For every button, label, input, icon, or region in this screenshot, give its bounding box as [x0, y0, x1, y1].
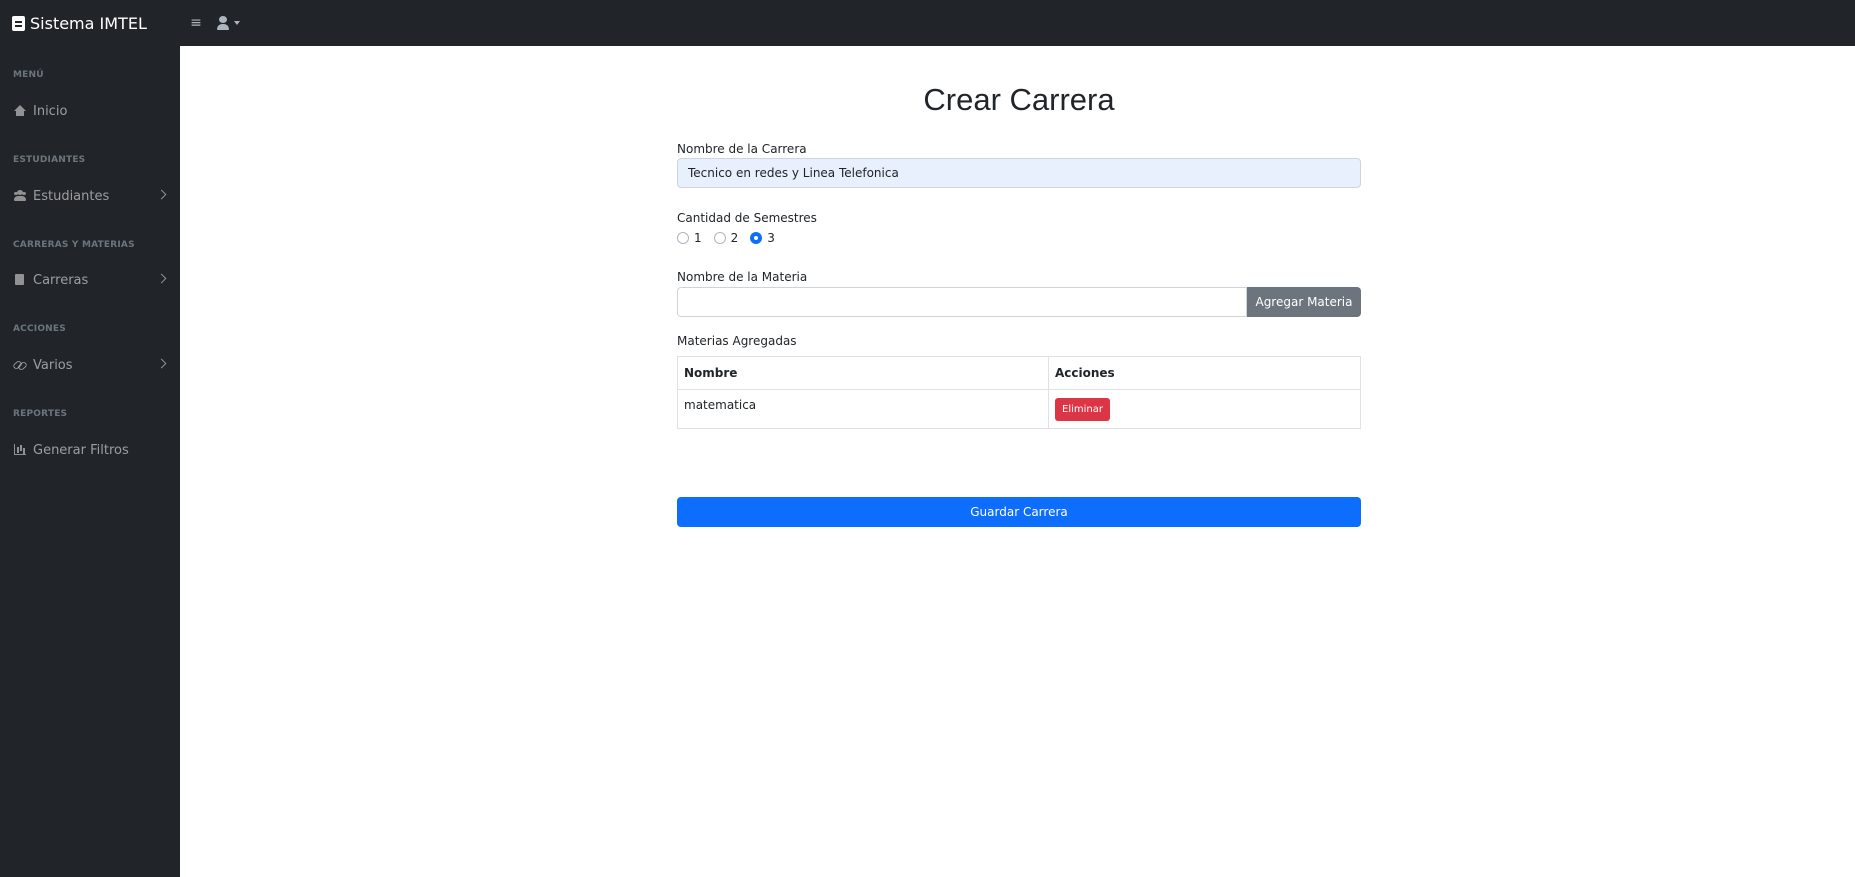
caret-down-icon: [234, 21, 240, 25]
sidebar-heading-menu: MENÚ: [13, 70, 44, 80]
sidebar-item-inicio[interactable]: Inicio: [0, 97, 180, 125]
sidebar-item-label: Estudiantes: [33, 188, 110, 204]
sidebar-heading-carreras: CARRERAS Y MATERIAS: [13, 240, 135, 250]
added-subjects-label: Materias Agregadas: [677, 334, 797, 348]
book-icon: [13, 274, 27, 286]
semesters-label: Cantidad de Semestres: [677, 211, 817, 225]
semester-radio-3[interactable]: 3: [750, 231, 775, 245]
home-icon: [13, 105, 27, 117]
column-header-nombre: Nombre: [677, 356, 1049, 390]
table-header-row: Nombre Acciones: [677, 356, 1361, 390]
sidebar-item-label: Inicio: [33, 103, 68, 119]
save-career-button[interactable]: Guardar Carrera: [677, 497, 1361, 527]
top-navbar: Sistema IMTEL ≡: [0, 0, 1855, 46]
radio-circle-checked[interactable]: [750, 232, 763, 244]
career-name-label: Nombre de la Carrera: [677, 142, 807, 156]
chart-icon: [13, 444, 27, 456]
column-header-acciones: Acciones: [1048, 356, 1361, 390]
main-content: Crear Carrera Nombre de la Carrera Tecni…: [180, 46, 1855, 877]
radio-label: 2: [730, 231, 739, 245]
delete-subject-button[interactable]: Eliminar: [1055, 398, 1110, 421]
sidebar-heading-reportes: REPORTES: [13, 409, 68, 419]
sidebar-heading-acciones: ACCIONES: [13, 324, 66, 334]
users-icon: [13, 190, 27, 202]
subject-name-input[interactable]: [677, 287, 1247, 317]
book-icon: [12, 15, 25, 31]
sidebar-item-label: Carreras: [33, 272, 89, 288]
subject-name-label: Nombre de la Materia: [677, 270, 808, 284]
radio-label: 3: [767, 231, 775, 245]
sidebar-item-generar-filtros[interactable]: Generar Filtros: [0, 436, 180, 464]
semester-radio-1[interactable]: 1: [677, 231, 702, 245]
user-dropdown[interactable]: [216, 16, 240, 30]
chevron-right-icon: [156, 358, 167, 369]
career-name-input[interactable]: Tecnico en redes y Linea Telefonica: [677, 158, 1361, 188]
subject-input-group: Agregar Materia: [677, 287, 1361, 317]
sidebar-heading-estudiantes: ESTUDIANTES: [13, 155, 86, 165]
sidebar-item-label: Varios: [33, 357, 73, 373]
radio-circle[interactable]: [713, 232, 726, 244]
menu-icon[interactable]: ≡: [186, 15, 206, 31]
table-row: matematica Eliminar: [677, 389, 1361, 429]
chevron-right-icon: [156, 189, 167, 200]
brand[interactable]: Sistema IMTEL: [0, 14, 180, 33]
add-subject-button[interactable]: Agregar Materia: [1247, 287, 1361, 317]
brand-title: Sistema IMTEL: [30, 13, 147, 33]
sidebar-item-carreras[interactable]: Carreras: [0, 266, 180, 294]
subject-name-cell: matematica: [677, 389, 1049, 429]
chevron-right-icon: [156, 273, 167, 284]
actions-cell: Eliminar: [1048, 389, 1361, 429]
user-icon: [216, 16, 230, 30]
sidebar-item-varios[interactable]: Varios: [0, 351, 180, 379]
radio-circle[interactable]: [677, 232, 689, 244]
radio-label: 1: [694, 231, 702, 245]
subjects-table: Nombre Acciones matematica Eliminar: [677, 356, 1361, 429]
sidebar-item-label: Generar Filtros: [33, 442, 129, 458]
semester-radio-2[interactable]: 2: [713, 231, 739, 245]
link-icon: [13, 359, 27, 371]
page-title: Crear Carrera: [923, 82, 1115, 117]
sidebar-item-estudiantes[interactable]: Estudiantes: [0, 182, 180, 210]
sidebar: MENÚ Inicio ESTUDIANTES Estudiantes CARR…: [0, 46, 180, 877]
semesters-radio-group: 1 2 3: [677, 231, 787, 245]
